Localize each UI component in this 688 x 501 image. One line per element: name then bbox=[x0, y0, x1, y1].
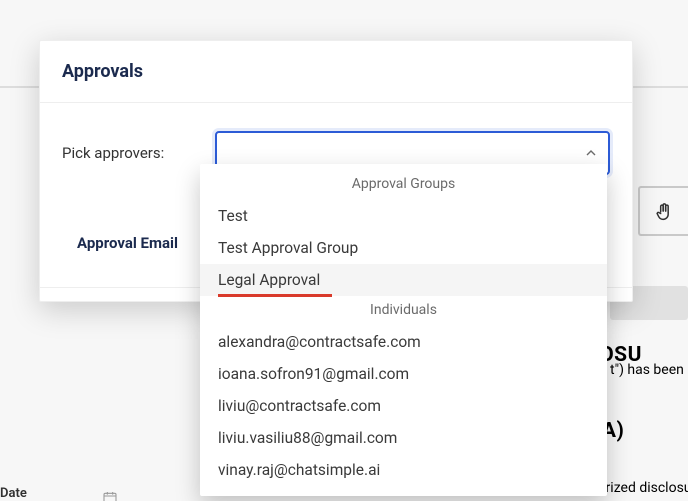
modal-header: Approvals bbox=[40, 41, 632, 103]
caret-up-icon bbox=[586, 148, 596, 158]
section-header-groups: Approval Groups bbox=[200, 170, 607, 200]
listbox-option-group[interactable]: Test Approval Group bbox=[200, 232, 607, 264]
approvers-listbox: Approval Groups TestTest Approval GroupL… bbox=[200, 164, 607, 496]
pick-approvers-label: Pick approvers: bbox=[62, 144, 187, 162]
modal-title: Approvals bbox=[62, 61, 610, 82]
listbox-option-group[interactable]: Test bbox=[200, 200, 607, 232]
listbox-option-group[interactable]: Legal Approval bbox=[200, 264, 607, 296]
listbox-option-individual[interactable]: liviu@contractsafe.com bbox=[200, 390, 607, 422]
listbox-option-individual[interactable]: vinay.raj@chatsimple.ai bbox=[200, 454, 607, 486]
listbox-option-individual[interactable]: ioana.sofron91@gmail.com bbox=[200, 358, 607, 390]
approval-email-label: Approval Email bbox=[77, 234, 178, 252]
section-header-individuals: Individuals bbox=[200, 296, 607, 326]
listbox-option-individual[interactable]: liviu.vasiliu88@gmail.com bbox=[200, 422, 607, 454]
highlight-underline bbox=[218, 294, 332, 297]
listbox-option-individual[interactable]: alexandra@contractsafe.com bbox=[200, 326, 607, 358]
